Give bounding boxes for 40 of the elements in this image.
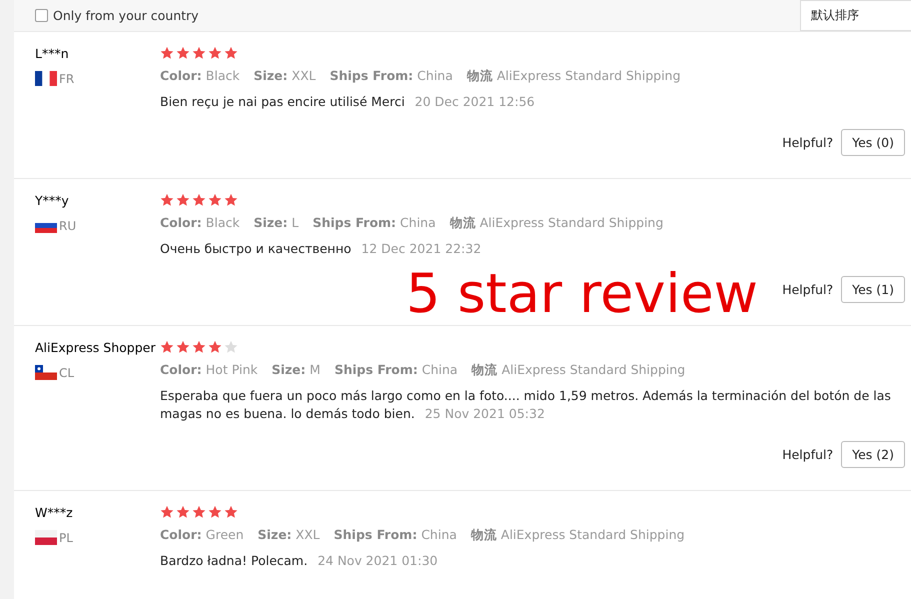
reviewer-name: W***z bbox=[35, 505, 74, 520]
product-attribute: Size: L bbox=[254, 215, 299, 232]
product-attribute: Size: M bbox=[272, 362, 320, 379]
product-attribute: 物流 AliExpress Standard Shipping bbox=[450, 215, 664, 232]
product-attribute: Size: XXL bbox=[254, 68, 316, 85]
helpful-label: Helpful? bbox=[782, 282, 834, 297]
review-text: Bardzo ładna! Polecam. 24 Nov 2021 01:30 bbox=[160, 552, 439, 570]
product-attribute: Color: Hot Pink bbox=[160, 362, 258, 379]
product-attribute: Color: Green bbox=[160, 527, 244, 544]
product-attribute: Color: Black bbox=[160, 215, 240, 232]
country-code: CL bbox=[59, 366, 74, 380]
product-attribute: 物流 AliExpress Standard Shipping bbox=[472, 362, 686, 379]
product-attribute: Ships From: China bbox=[330, 68, 453, 85]
sort-dropdown[interactable]: 默认排序 bbox=[800, 0, 911, 31]
country-code: PL bbox=[59, 530, 73, 544]
flag-icon bbox=[35, 530, 57, 545]
product-attribute: Ships From: China bbox=[334, 362, 458, 379]
reviewer-name: AliExpress Shopper bbox=[35, 340, 156, 355]
helpful-label: Helpful? bbox=[782, 135, 834, 150]
product-attribute: Ships From: China bbox=[312, 215, 436, 232]
country-code: RU bbox=[59, 218, 76, 232]
product-attribute: Size: XXL bbox=[258, 527, 320, 544]
review-text: Очень быстро и качественно 12 Dec 2021 22:32 bbox=[160, 240, 482, 258]
product-attribute: 物流 AliExpress Standard Shipping bbox=[470, 527, 685, 544]
product-attribute: Ships From: China bbox=[334, 527, 457, 544]
flag-icon bbox=[35, 71, 57, 86]
helpful-label: Helpful? bbox=[782, 447, 834, 462]
product-attribute: 物流 AliExpress Standard Shipping bbox=[466, 68, 681, 85]
product-attribute: Color: Black bbox=[160, 68, 240, 85]
country-code: FR bbox=[59, 72, 74, 86]
review-text: Esperaba que fuera un poco más largo como en la foto.... mido 1,59 metros. Además la terminación del botón de las magas no es buena. lo demás todo bien. 25 Nov 2021 05:32 bbox=[160, 387, 892, 423]
helpful-yes-button[interactable]: Yes (0) bbox=[841, 129, 905, 156]
helpful-yes-button[interactable]: Yes (1) bbox=[841, 276, 905, 303]
reviewer-name: Y***y bbox=[35, 193, 70, 208]
annotation-text: 5 star review bbox=[406, 262, 758, 325]
flag-icon bbox=[35, 365, 57, 380]
country-filter-checkbox[interactable]: Only from your country bbox=[35, 8, 199, 23]
helpful-yes-button[interactable]: Yes (2) bbox=[841, 441, 905, 468]
reviewer-name: L***n bbox=[35, 46, 70, 61]
review-text: Bien reçu je nai pas encire utilisé Merci 20 Dec 2021 12:56 bbox=[160, 93, 536, 111]
